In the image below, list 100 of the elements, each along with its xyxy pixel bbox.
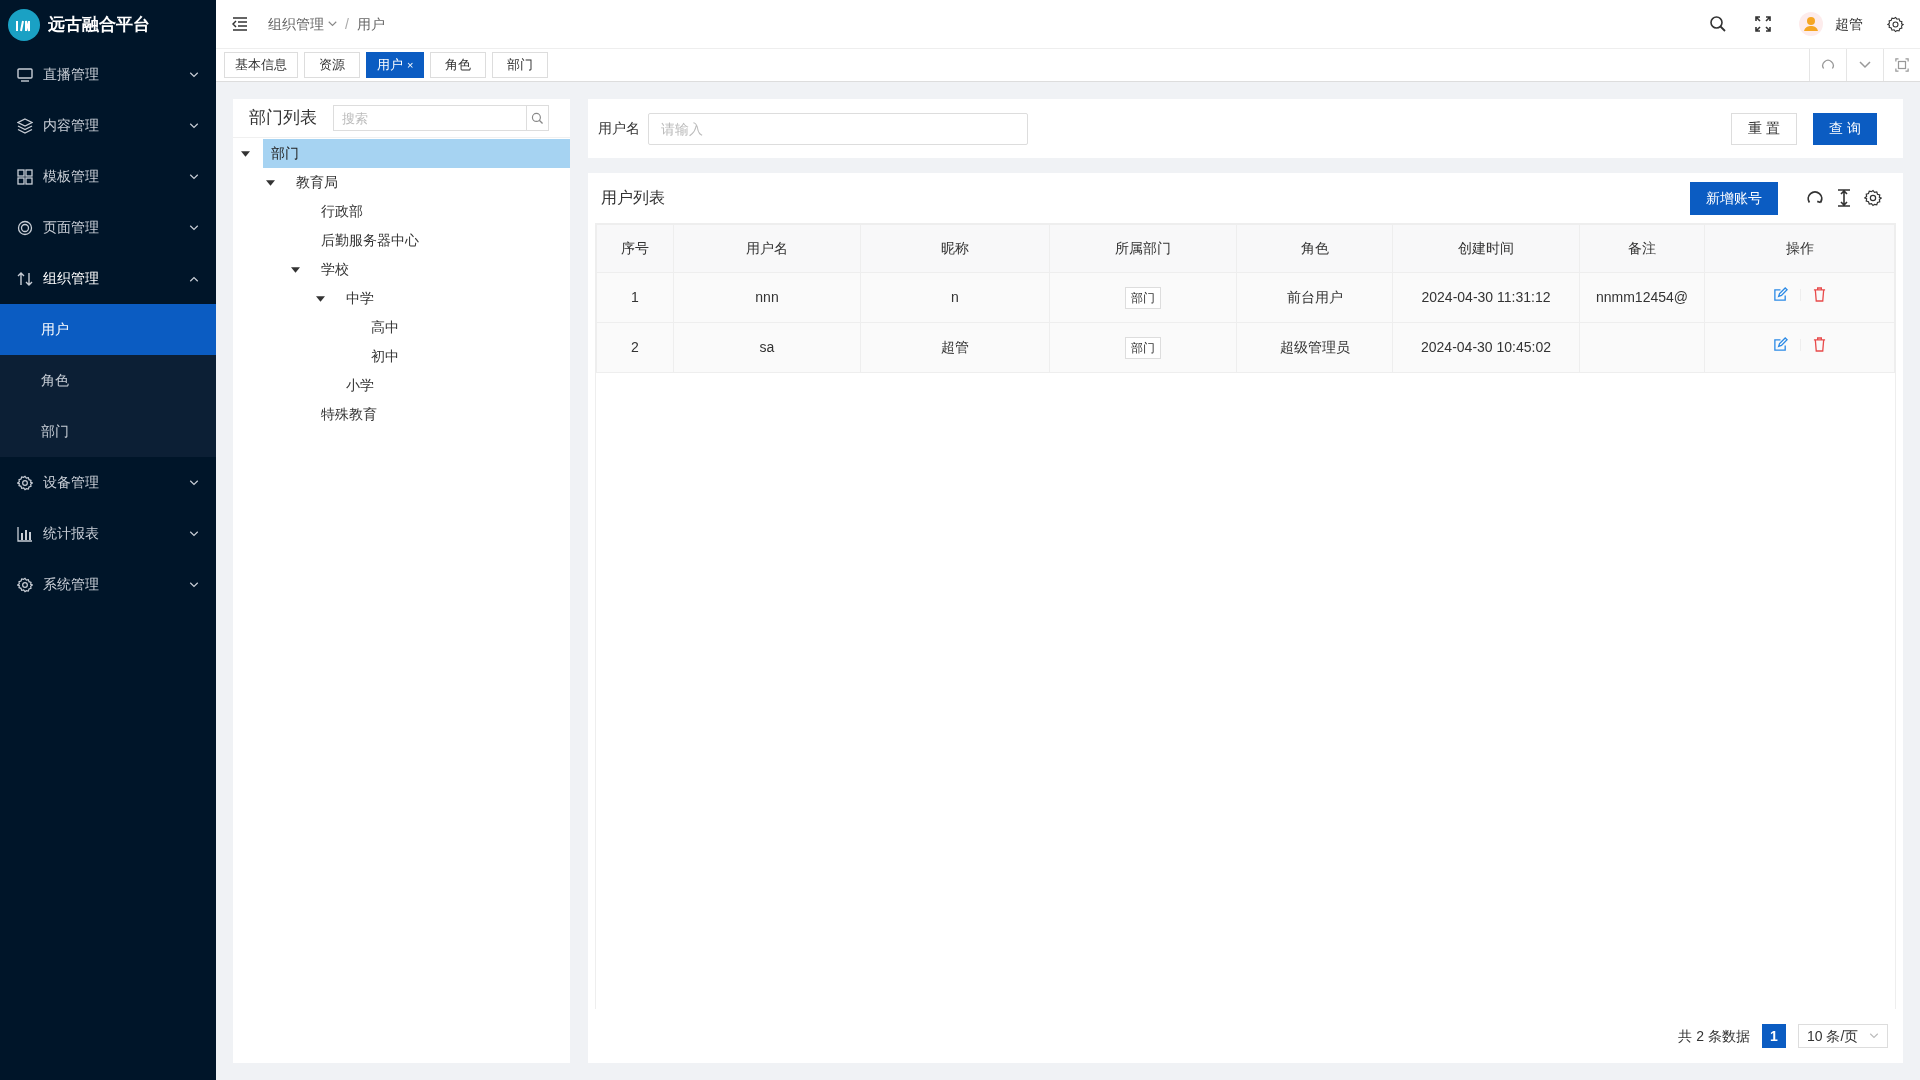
logo-icon (8, 8, 40, 41)
table-cell: 2024-04-30 11:31:12 (1421, 289, 1551, 305)
caret-down-icon[interactable] (291, 266, 300, 273)
sidebar-menu-item[interactable]: 直播管理 (0, 49, 216, 100)
department-tag[interactable]: 部门 (1125, 286, 1161, 309)
add-account-button[interactable]: 新增账号 (1690, 181, 1778, 215)
chevron-down-icon (189, 224, 199, 231)
grid-icon (17, 168, 33, 185)
tree-node[interactable]: 行政部 (313, 197, 570, 226)
column-header: 所属部门 (1115, 240, 1171, 256)
table-cell: 2 (631, 339, 639, 355)
panel-title: 部门列表 (249, 107, 317, 130)
chevron-down-icon (189, 479, 199, 486)
brand-title: 远古融合平台 (48, 13, 150, 36)
table-cell: n (951, 289, 959, 305)
department-tag[interactable]: 部门 (1125, 336, 1161, 359)
tree-node[interactable]: 小学 (338, 371, 570, 400)
column-header: 昵称 (941, 240, 969, 256)
delete-icon[interactable] (1813, 287, 1826, 302)
table-cell: 超级管理员 (1279, 339, 1350, 355)
edit-icon[interactable] (1773, 287, 1788, 302)
page-tab[interactable]: 角色 (430, 52, 487, 78)
chevron-down-icon (1869, 1033, 1879, 1039)
total-count: 共 2 条数据 (1678, 1026, 1750, 1046)
sidebar-menu-item[interactable]: 系统管理 (0, 559, 216, 610)
chevron-up-icon (189, 275, 199, 282)
column-header: 操作 (1785, 240, 1814, 256)
reset-button[interactable]: 重 置 (1731, 112, 1798, 145)
settings-icon[interactable] (1887, 15, 1904, 33)
page-size-select[interactable]: 10 条/页 (1798, 1024, 1888, 1048)
query-button[interactable]: 查 询 (1813, 112, 1877, 145)
table-cell: nnn (755, 289, 779, 305)
page-tab[interactable]: 部门 (492, 52, 549, 78)
table-cell: nnmm12454@ (1595, 289, 1688, 305)
fullscreen-icon[interactable] (1755, 16, 1771, 32)
bar-chart-icon (17, 525, 33, 542)
sidebar-submenu-item[interactable]: 用户 (0, 304, 216, 355)
monitor-icon (17, 66, 33, 83)
menu-fold-icon[interactable] (232, 17, 248, 31)
table-title: 用户列表 (601, 188, 665, 208)
sidebar-menu-item[interactable]: 设备管理 (0, 457, 216, 508)
column-header: 用户名 (746, 240, 788, 256)
delete-icon[interactable] (1813, 337, 1826, 352)
gear-icon (17, 576, 33, 593)
sidebar-submenu-item[interactable]: 角色 (0, 355, 216, 406)
breadcrumb-link[interactable]: 组织管理 (268, 13, 337, 35)
sidebar-menu-item[interactable]: 页面管理 (0, 202, 216, 253)
breadcrumb-separator: / (345, 14, 349, 34)
swap-icon (17, 270, 33, 287)
table-cell: sa (759, 339, 775, 355)
chevron-down-icon (189, 581, 199, 588)
chevron-down-icon (189, 530, 199, 537)
caret-down-icon[interactable] (316, 295, 325, 302)
page-tab[interactable]: 基本信息 (224, 52, 298, 78)
sidebar-menu-item[interactable]: 组织管理 (0, 253, 216, 304)
tree-node[interactable]: 学校 (313, 255, 570, 284)
maximize-icon (1895, 58, 1909, 72)
tree-node[interactable]: 部门 (263, 139, 570, 168)
chevron-down-icon (189, 122, 199, 129)
tree-node[interactable]: 初中 (363, 342, 570, 371)
tree-node[interactable]: 教育局 (288, 168, 570, 197)
aperture-icon (17, 219, 33, 236)
table-cell: 前台用户 (1286, 289, 1343, 305)
column-height-icon[interactable] (1836, 189, 1852, 207)
table-cell: 1 (631, 289, 639, 305)
username-input[interactable]: 请输入 (648, 112, 1028, 145)
chevron-down-icon (189, 173, 199, 180)
column-header: 备注 (1628, 240, 1656, 256)
search-icon[interactable] (1709, 15, 1727, 33)
chevron-down-icon (189, 71, 199, 78)
refresh-icon (1821, 58, 1835, 72)
column-header: 创建时间 (1458, 240, 1514, 256)
table-cell: 2024-04-30 10:45:02 (1421, 339, 1551, 355)
user-name[interactable]: 超管 (1835, 13, 1863, 35)
chevron-down-icon (1859, 61, 1871, 69)
layers-icon (17, 117, 33, 134)
sidebar-submenu-item[interactable]: 部门 (0, 406, 216, 457)
tree-node[interactable]: 特殊教育 (313, 400, 570, 429)
page-number[interactable]: 1 (1762, 1024, 1786, 1048)
edit-icon[interactable] (1773, 337, 1788, 352)
column-header: 序号 (621, 240, 649, 256)
field-label: 用户名 (598, 119, 640, 138)
sidebar-menu-item[interactable]: 模板管理 (0, 151, 216, 202)
tree-node[interactable]: 高中 (363, 313, 570, 342)
sidebar-menu-item[interactable]: 统计报表 (0, 508, 216, 559)
tree-node[interactable]: 后勤服务器中心 (313, 226, 570, 255)
close-icon[interactable]: × (407, 56, 414, 74)
gear-icon (17, 474, 33, 491)
breadcrumb-link[interactable]: 用户 (356, 13, 385, 35)
tree-search-field[interactable]: 搜索 (333, 105, 527, 131)
settings-icon[interactable] (1864, 189, 1882, 207)
chevron-down-icon (328, 21, 337, 27)
tree-node[interactable]: 中学 (338, 284, 570, 313)
column-header: 角色 (1300, 240, 1329, 256)
sidebar-menu-item[interactable]: 内容管理 (0, 100, 216, 151)
page-tab[interactable]: 用户 × (366, 52, 425, 78)
page-tab[interactable]: 资源 (304, 52, 360, 78)
table-cell: 超管 (941, 339, 969, 355)
caret-down-icon[interactable] (266, 179, 275, 186)
caret-down-icon[interactable] (241, 150, 250, 157)
